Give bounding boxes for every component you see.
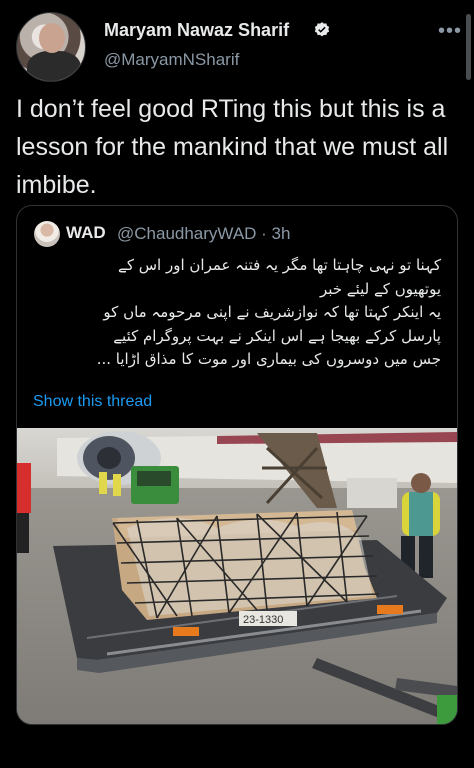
quoted-author-handle-time: @ChaudharyWAD · 3h	[117, 224, 291, 243]
show-thread-link[interactable]: Show this thread	[33, 393, 152, 411]
cargo-label: 23-1330	[243, 614, 283, 626]
tweet-text: I don’t feel good RTing this but this is…	[16, 95, 449, 199]
quoted-text-line: یہ اینکر کہتا تھا کہ نوازشریف نے اپنی مر…	[103, 303, 441, 321]
more-options-icon[interactable]: •••	[438, 20, 462, 43]
author-name[interactable]: Maryam Nawaz Sharif	[104, 20, 289, 41]
quoted-text-line: پارسل کرکے بھیجا ہے اس اینکر نے بہت پروگ…	[113, 326, 441, 345]
quoted-text-line: جس میں دوسروں کی بیماری اور موت کا مذاق …	[96, 350, 441, 368]
quoted-author-avatar	[34, 221, 60, 247]
scrollbar[interactable]	[466, 14, 471, 80]
quoted-text-line: یوتھیوں کے لیئے خبر	[319, 279, 441, 298]
quoted-tweet-photo[interactable]: 23-1330	[17, 428, 457, 724]
airport-cargo-photo: 23-1330	[17, 428, 457, 724]
verified-badge-icon	[314, 22, 330, 37]
quoted-tweet[interactable]: WAD @ChaudharyWAD · 3h کہنا تو نہی چاہتا…	[16, 205, 458, 725]
author-avatar[interactable]	[16, 12, 86, 82]
quoted-text-line: کہنا تو نہی چاہتا تھا مگر یہ فتنہ عمران …	[118, 256, 441, 274]
quoted-tweet-text: کہنا تو نہی چاہتا تھا مگر یہ فتنہ عمران …	[33, 254, 441, 372]
author-handle[interactable]: @MaryamNSharif	[104, 50, 239, 70]
quoted-author-name: WAD	[66, 223, 106, 242]
